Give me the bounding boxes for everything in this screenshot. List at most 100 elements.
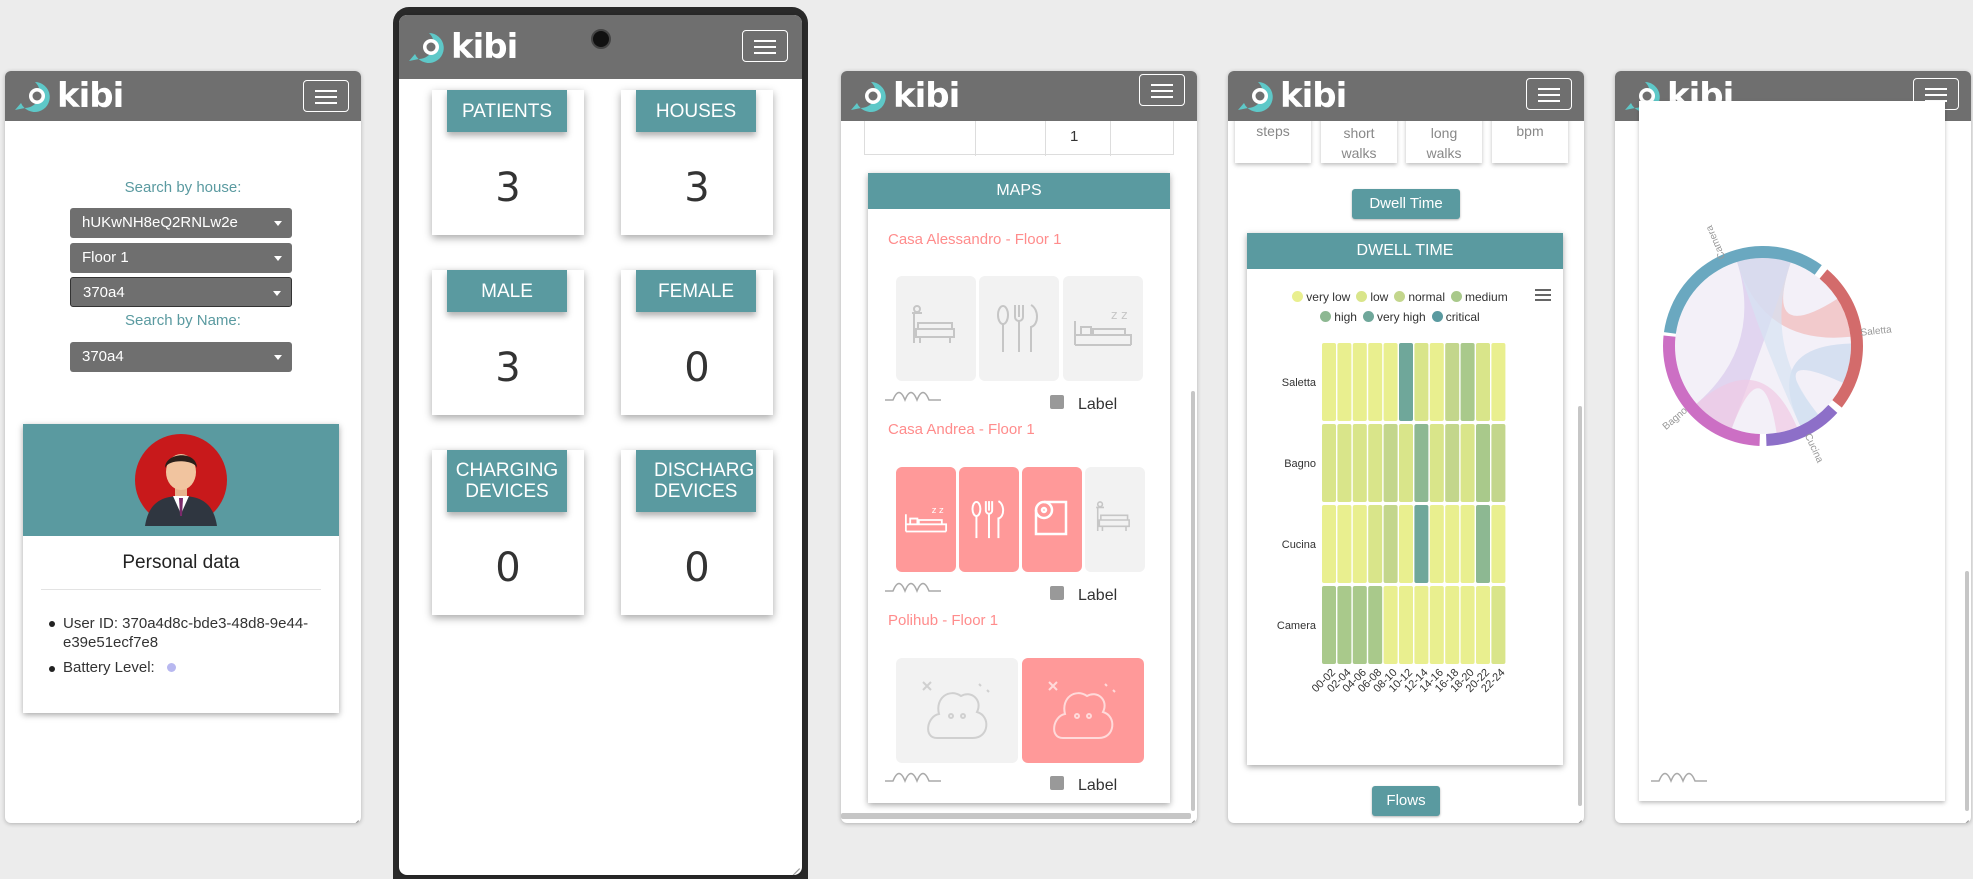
male-value: 3	[495, 345, 521, 391]
heatmap-cell[interactable]	[1368, 505, 1383, 583]
label-checkbox-2[interactable]	[1050, 586, 1064, 600]
heatmap-cell[interactable]	[1383, 505, 1398, 583]
resize-handle[interactable]	[790, 859, 800, 869]
heatmap-cell[interactable]	[1491, 505, 1506, 583]
heatmap-cell[interactable]	[1337, 424, 1352, 502]
menu-button[interactable]	[742, 30, 788, 62]
floor-select[interactable]: Floor 1	[70, 243, 292, 273]
kibi-logo-icon	[15, 82, 50, 112]
bedroom-tile[interactable]: z z	[1063, 276, 1143, 381]
heatmap-cell[interactable]	[1429, 343, 1444, 421]
heatmap-cell[interactable]	[1383, 343, 1398, 421]
kibi-logo[interactable]: kibi	[851, 79, 960, 113]
kibi-logo[interactable]: kibi	[409, 30, 518, 64]
heatmap-cell[interactable]	[1414, 343, 1429, 421]
menu-button[interactable]	[1139, 74, 1185, 106]
heatmap-cell[interactable]	[1399, 586, 1413, 664]
bathroom-tile-active[interactable]	[1022, 467, 1082, 572]
heatmap-cell[interactable]	[1491, 424, 1506, 502]
label-checkbox-3[interactable]	[1050, 776, 1064, 790]
bedroom-tile-active[interactable]: z z	[896, 467, 956, 572]
heatmap-cell[interactable]	[1322, 505, 1336, 583]
heatmap-cell[interactable]	[1352, 505, 1367, 583]
room-tile-active[interactable]	[1022, 658, 1144, 763]
resize-handle[interactable]	[1959, 811, 1969, 821]
heatmap-cell[interactable]	[1368, 586, 1383, 664]
heatmap-cell[interactable]	[1429, 505, 1444, 583]
heatmap-cell[interactable]	[1445, 343, 1460, 421]
dwell-time-button[interactable]: Dwell Time	[1352, 189, 1460, 219]
kitchen-tile-active[interactable]	[959, 467, 1019, 572]
menu-button[interactable]	[303, 80, 349, 112]
kitchen-tile[interactable]	[979, 276, 1059, 381]
living-room-tile[interactable]	[1085, 467, 1145, 572]
heatmap-cell[interactable]	[1414, 424, 1429, 502]
heatmap-cell[interactable]	[1352, 343, 1367, 421]
legend-item[interactable]: very high	[1362, 310, 1426, 324]
flows-button[interactable]: Flows	[1372, 786, 1440, 816]
device-select[interactable]: 370a4	[70, 277, 292, 307]
resize-handle[interactable]	[349, 811, 359, 821]
heatmap-cell[interactable]	[1414, 505, 1429, 583]
heatmap-cell[interactable]	[1429, 586, 1444, 664]
heatmap-cell[interactable]	[1322, 586, 1336, 664]
waveform-icon	[1651, 772, 1707, 783]
living-room-tile[interactable]	[896, 276, 976, 381]
heatmap-cell[interactable]	[1337, 343, 1352, 421]
heatmap-cell[interactable]	[1460, 505, 1475, 583]
heatmap-cell[interactable]	[1399, 505, 1413, 583]
heatmap-cell[interactable]	[1368, 343, 1383, 421]
heatmap-cell[interactable]	[1460, 424, 1475, 502]
resize-handle[interactable]	[1572, 811, 1582, 821]
label-checkbox-1[interactable]	[1050, 395, 1064, 409]
heatmap-cell[interactable]	[1383, 586, 1398, 664]
legend-item[interactable]: low	[1356, 290, 1388, 304]
vertical-scrollbar[interactable]	[1578, 406, 1582, 806]
kibi-logo[interactable]: kibi	[15, 79, 124, 113]
resize-handle[interactable]	[1185, 811, 1195, 821]
heatmap-cell[interactable]	[1352, 424, 1367, 502]
heatmap-cell[interactable]	[1399, 343, 1413, 421]
heatmap-cell[interactable]	[1491, 586, 1506, 664]
heatmap-cell[interactable]	[1399, 424, 1413, 502]
heatmap-cell[interactable]	[1337, 586, 1352, 664]
heatmap-cell[interactable]	[1491, 343, 1506, 421]
bpm-label: bpm	[1516, 123, 1544, 139]
kibi-logo[interactable]: kibi	[1238, 79, 1347, 113]
chart-menu-icon[interactable]	[1535, 289, 1551, 301]
heatmap-cell[interactable]	[1460, 586, 1475, 664]
horizontal-scrollbar[interactable]	[841, 813, 1191, 819]
legend-item[interactable]: critical	[1431, 310, 1480, 324]
heatmap-cell[interactable]	[1429, 424, 1444, 502]
houses-value: 3	[684, 165, 710, 211]
heatmap-cell[interactable]	[1383, 424, 1398, 502]
menu-button[interactable]	[1526, 78, 1572, 110]
heatmap-cell[interactable]	[1460, 343, 1475, 421]
room-tile[interactable]	[896, 658, 1018, 763]
heatmap-cell[interactable]	[1476, 343, 1490, 421]
legend-item[interactable]: medium	[1451, 290, 1508, 304]
heatmap-cell[interactable]	[1352, 586, 1367, 664]
house-select[interactable]: hUKwNH8eQ2RNLw2e	[70, 208, 292, 238]
heatmap-cell[interactable]	[1414, 586, 1429, 664]
heatmap-cell[interactable]	[1445, 586, 1460, 664]
waveform-icon	[885, 391, 941, 402]
heatmap-cell[interactable]	[1445, 424, 1460, 502]
legend-item[interactable]: normal	[1394, 290, 1445, 304]
heatmap-cell[interactable]	[1322, 424, 1336, 502]
name-select[interactable]: 370a4	[70, 342, 292, 372]
heatmap-cell[interactable]	[1322, 343, 1336, 421]
legend-swatch	[1431, 311, 1443, 322]
legend-item[interactable]: very low	[1292, 290, 1350, 304]
heatmap-cell[interactable]	[1445, 505, 1460, 583]
vertical-scrollbar[interactable]	[1191, 391, 1195, 811]
battery-label: Battery Level:	[63, 659, 155, 676]
heatmap-cell[interactable]	[1337, 505, 1352, 583]
legend-item[interactable]: high	[1320, 310, 1357, 324]
heatmap-cell[interactable]	[1476, 586, 1490, 664]
vertical-scrollbar[interactable]	[1965, 571, 1969, 811]
heatmap-cell[interactable]	[1476, 505, 1490, 583]
heatmap-cell[interactable]	[1476, 424, 1490, 502]
chevron-down-icon	[274, 221, 282, 226]
heatmap-cell[interactable]	[1368, 424, 1383, 502]
